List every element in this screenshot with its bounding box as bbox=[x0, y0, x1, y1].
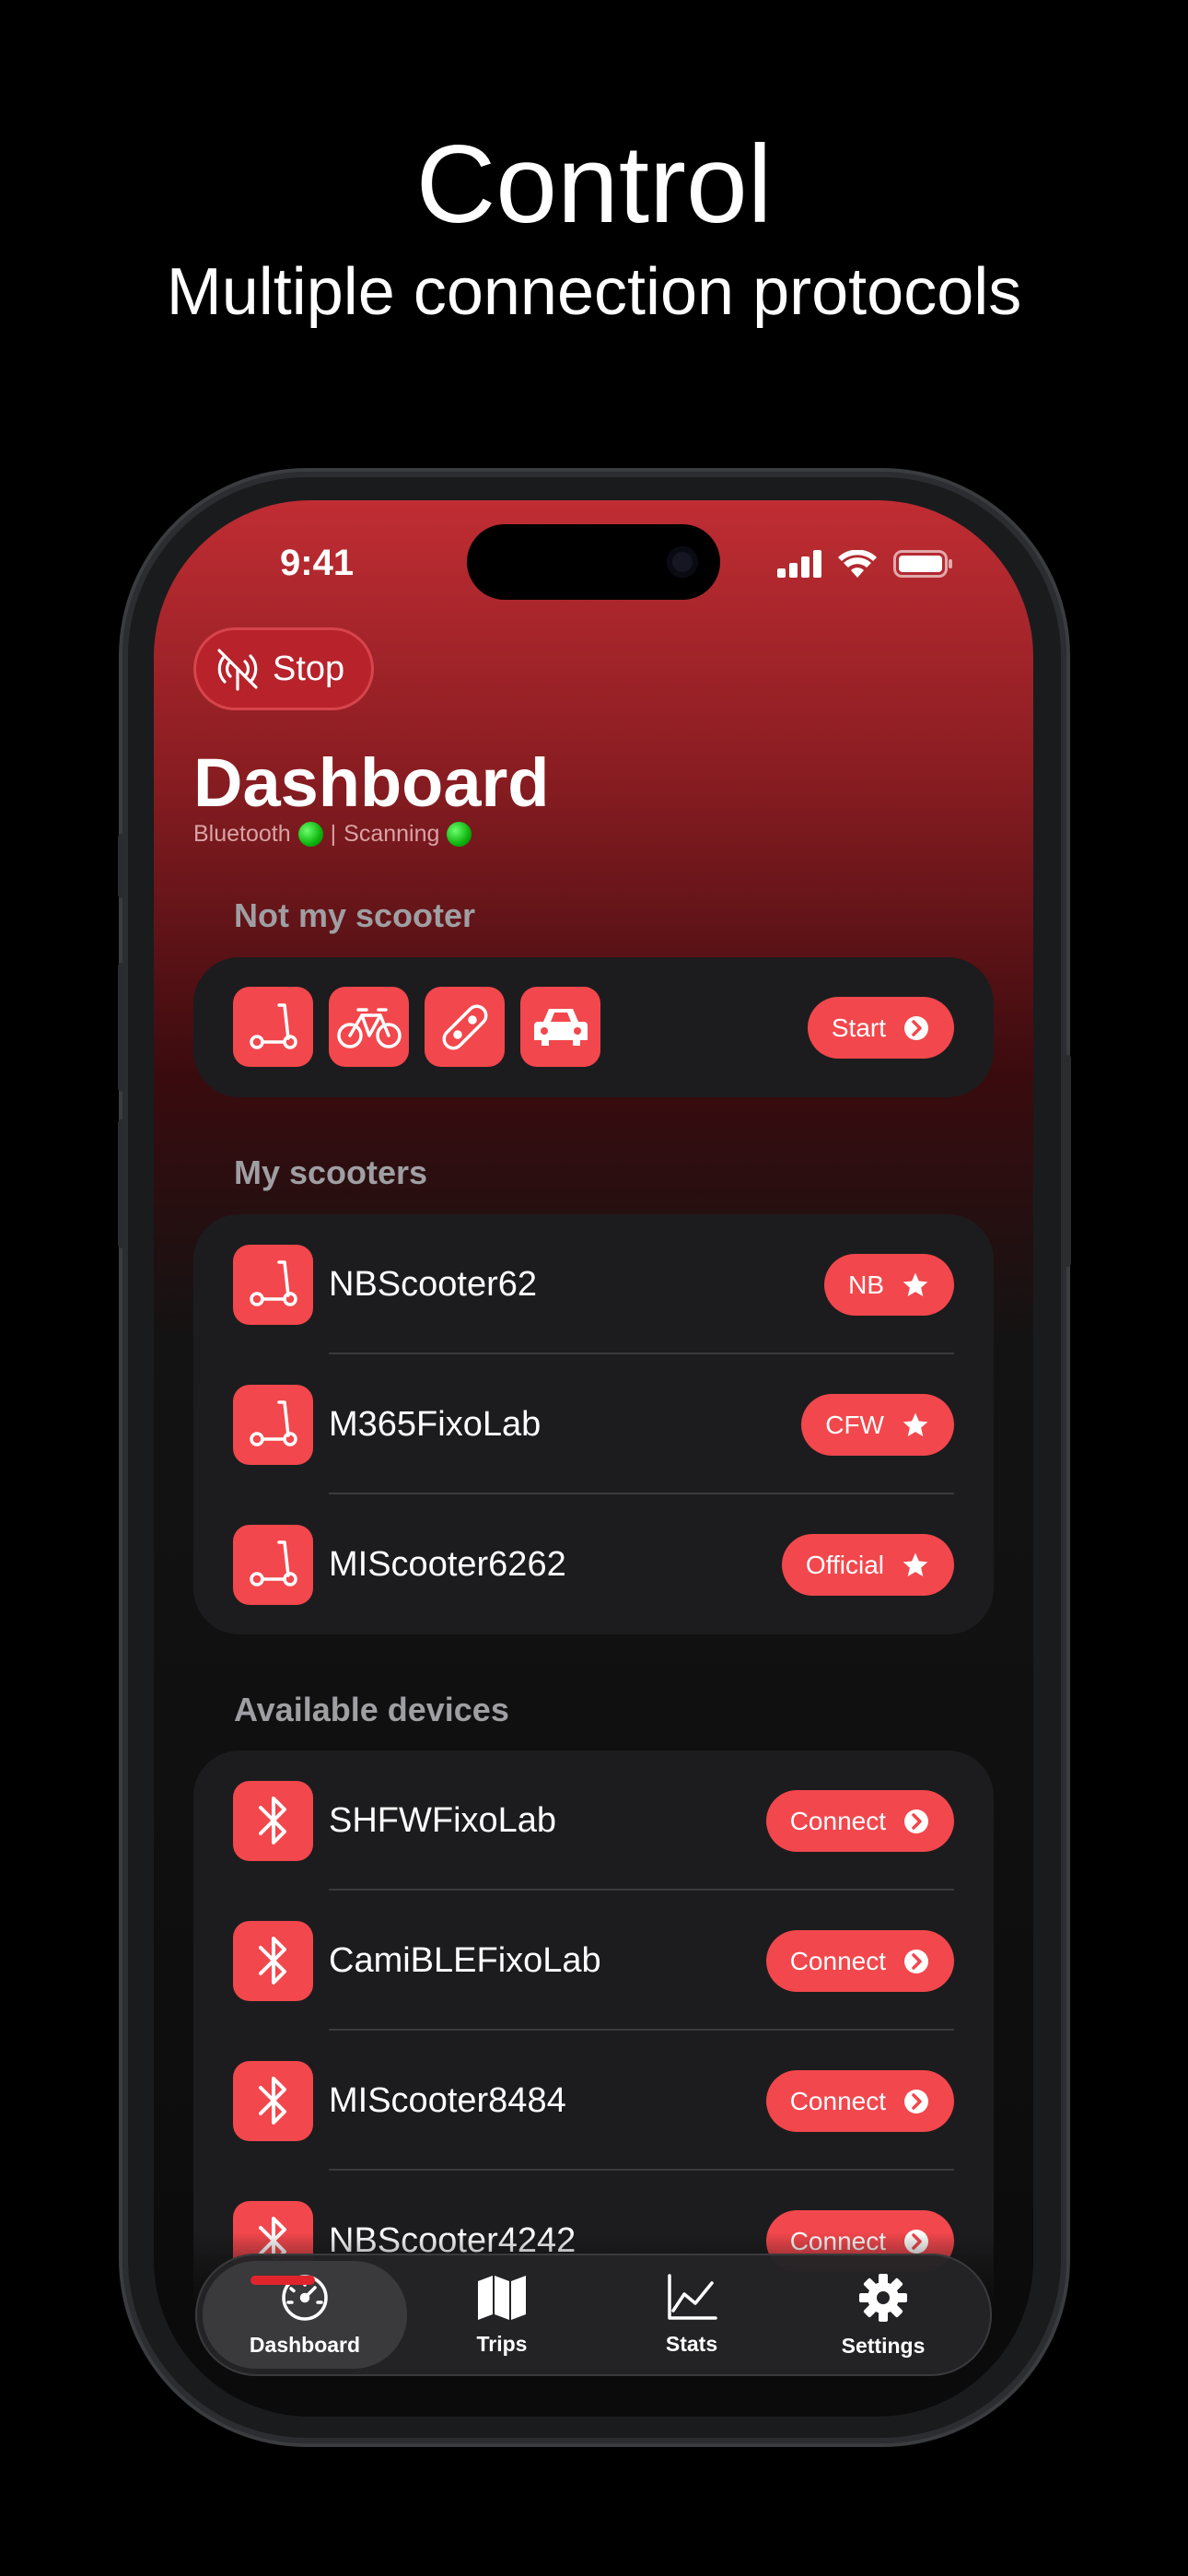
bluetooth-status-label: Bluetooth bbox=[193, 821, 291, 847]
stop-label: Stop bbox=[273, 649, 345, 688]
car-icon[interactable] bbox=[520, 987, 600, 1067]
tab-label: Settings bbox=[841, 2333, 926, 2358]
scooter-icon bbox=[233, 1244, 313, 1325]
scanning-status-label: Scanning bbox=[344, 821, 440, 847]
connection-status: Bluetooth | Scanning bbox=[193, 821, 472, 848]
side-button-volume-down bbox=[118, 1119, 125, 1248]
chevron-right-circle-icon bbox=[903, 1808, 930, 1835]
connect-label: Connect bbox=[789, 2086, 886, 2115]
my-scooters-card: NBScooter62 NB M365FixoLab CFW MIScooter… bbox=[193, 1214, 994, 1634]
map-icon bbox=[476, 2274, 528, 2326]
connect-label: Connect bbox=[789, 1946, 886, 1975]
scooter-name: MIScooter6262 bbox=[329, 1544, 566, 1584]
device-row[interactable]: CamiBLEFixoLab Connect bbox=[193, 1891, 994, 2031]
scooter-icon[interactable] bbox=[233, 987, 313, 1067]
skateboard-icon[interactable] bbox=[425, 987, 505, 1067]
bluetooth-status-dot bbox=[297, 822, 323, 847]
bluetooth-icon bbox=[233, 1780, 313, 1861]
chevron-right-circle-icon bbox=[903, 2088, 930, 2115]
bluetooth-icon bbox=[233, 2060, 313, 2141]
camera-icon bbox=[667, 546, 698, 578]
tab-label: Trips bbox=[476, 2331, 528, 2356]
tab-dashboard[interactable]: Dashboard bbox=[203, 2261, 407, 2369]
scanning-status-dot bbox=[447, 822, 472, 847]
badge-label: NB bbox=[848, 1270, 884, 1299]
chevron-right-circle-icon bbox=[903, 1014, 930, 1042]
scooter-icon bbox=[233, 1384, 313, 1465]
scooter-row[interactable]: MIScooter6262 Official bbox=[193, 1494, 994, 1634]
side-button-action bbox=[118, 834, 125, 898]
tab-bar: Dashboard Trips Stats Settings bbox=[195, 2254, 992, 2376]
stop-scan-button[interactable]: Stop bbox=[193, 627, 374, 710]
section-available-devices: Available devices bbox=[234, 1691, 509, 1728]
scooter-badge-button[interactable]: CFW bbox=[801, 1394, 954, 1456]
cellular-signal-icon bbox=[777, 550, 821, 582]
scooter-name: M365FixoLab bbox=[329, 1404, 542, 1444]
hero-subtitle: Multiple connection protocols bbox=[166, 255, 1022, 329]
star-icon bbox=[901, 1551, 930, 1580]
tab-trips[interactable]: Trips bbox=[414, 2261, 589, 2369]
scooter-row[interactable]: M365FixoLab CFW bbox=[193, 1354, 994, 1494]
status-time: 9:41 bbox=[280, 543, 355, 583]
bluetooth-icon bbox=[233, 1920, 313, 2001]
status-icons bbox=[777, 549, 954, 582]
active-tab-indicator bbox=[250, 2276, 315, 2285]
connect-label: Connect bbox=[789, 1806, 886, 1835]
start-label: Start bbox=[831, 1013, 886, 1042]
device-name: MIScooter8484 bbox=[329, 2080, 566, 2120]
hero-title: Control bbox=[415, 123, 773, 246]
tab-settings[interactable]: Settings bbox=[796, 2261, 971, 2369]
wifi-icon bbox=[838, 549, 877, 582]
connect-button[interactable]: Connect bbox=[765, 2070, 954, 2132]
scooter-badge-button[interactable]: Official bbox=[781, 1534, 954, 1596]
device-name: CamiBLEFixoLab bbox=[329, 1940, 601, 1980]
chevron-right-circle-icon bbox=[903, 1948, 930, 1975]
badge-label: Official bbox=[805, 1550, 884, 1579]
bicycle-icon[interactable] bbox=[329, 987, 409, 1067]
device-row[interactable]: SHFWFixoLab Connect bbox=[193, 1751, 994, 1891]
device-name: SHFWFixoLab bbox=[329, 1800, 557, 1840]
start-button[interactable]: Start bbox=[807, 997, 954, 1059]
side-button-power bbox=[1064, 1055, 1071, 1267]
antenna-off-icon bbox=[214, 645, 262, 693]
tab-label: Stats bbox=[665, 2331, 718, 2356]
star-icon bbox=[901, 1270, 930, 1300]
chart-icon bbox=[666, 2273, 717, 2326]
section-not-my-scooter: Not my scooter bbox=[234, 896, 476, 934]
dynamic-island bbox=[467, 524, 720, 600]
page-title: Dashboard bbox=[193, 744, 550, 821]
scooter-row[interactable]: NBScooter62 NB bbox=[193, 1214, 994, 1354]
scooter-badge-button[interactable]: NB bbox=[824, 1254, 954, 1316]
device-row[interactable]: MIScooter8484 Connect bbox=[193, 2031, 994, 2171]
connect-button[interactable]: Connect bbox=[765, 1790, 954, 1852]
scooter-name: NBScooter62 bbox=[329, 1264, 538, 1304]
tab-stats[interactable]: Stats bbox=[604, 2261, 779, 2369]
app-screen: 9:41 Stop Dashboard Bluetooth | Scanning… bbox=[154, 500, 1033, 2417]
battery-icon bbox=[893, 550, 954, 582]
not-my-scooter-card: Start bbox=[193, 957, 994, 1097]
connect-button[interactable]: Connect bbox=[765, 1930, 954, 1992]
badge-label: CFW bbox=[825, 1410, 884, 1439]
section-my-scooters: My scooters bbox=[234, 1153, 428, 1191]
tab-label: Dashboard bbox=[249, 2332, 361, 2357]
status-separator: | bbox=[330, 821, 337, 847]
scooter-icon bbox=[233, 1524, 313, 1605]
gear-icon bbox=[857, 2272, 909, 2328]
star-icon bbox=[901, 1411, 930, 1440]
side-button-volume-up bbox=[118, 963, 125, 1092]
